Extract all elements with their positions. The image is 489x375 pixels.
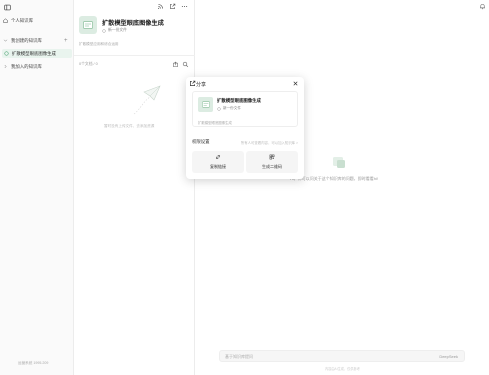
- sidebar-user-label: 个人知识库: [11, 17, 33, 23]
- kb-description: 扩散模型应用和综合运用: [79, 42, 119, 46]
- sidebar: 个人知识库 我创建的知识库 + 扩散模型眼底图像生成 我加入的知识库 运营系统 …: [0, 0, 74, 375]
- sidebar-group-created[interactable]: 我创建的知识库: [3, 36, 42, 45]
- sidebar-item-personal-kb[interactable]: 个人知识库: [3, 16, 33, 25]
- sidebar-group-joined[interactable]: 我加入的知识库: [3, 62, 42, 71]
- permission-label: 权限设置: [192, 139, 210, 144]
- bell-icon[interactable]: [479, 3, 486, 10]
- sidebar-group-label: 我创建的知识库: [11, 37, 42, 43]
- kb-panel: 扩散模型眼底图像生成 新一份文件 扩散模型应用和综合运用 0个文档 / 0 暂时…: [74, 0, 195, 375]
- sidebar-group-label: 我加入的知识库: [11, 63, 42, 69]
- chat-footer-note: 内容由AI生成，仅供参考: [325, 367, 360, 371]
- modal-title: 分享: [196, 82, 207, 88]
- chevron-down-icon: [3, 38, 8, 43]
- more-icon[interactable]: [181, 3, 188, 10]
- chat-area: Hi，你可以问关于这个知识库的问题，即时看看hi! 基于知识库提问 DeepSe…: [195, 0, 489, 375]
- chat-input[interactable]: 基于知识库提问 DeepSeek: [219, 350, 465, 362]
- upload-icon[interactable]: [172, 61, 179, 68]
- search-icon[interactable]: [182, 61, 189, 68]
- qr-code-label: 生成二维码: [262, 164, 282, 169]
- add-kb-button[interactable]: +: [64, 38, 68, 44]
- file-icon: [102, 28, 106, 33]
- share-icon[interactable]: [169, 3, 176, 10]
- sidebar-topbar: [4, 4, 70, 12]
- share-card-description: 扩散模型眼底图像生成: [198, 121, 232, 125]
- divider: [74, 55, 195, 56]
- model-selector[interactable]: DeepSeek: [439, 354, 458, 359]
- home-icon: [3, 18, 8, 23]
- copy-link-label: 复制链接: [210, 164, 226, 169]
- share-card-meta: 新一份文件: [217, 106, 241, 111]
- chevron-right-icon: [3, 64, 8, 69]
- generate-qr-button[interactable]: 生成二维码: [246, 151, 298, 173]
- permission-setting[interactable]: 所有人可查看内容，可以加入知识库 >: [241, 140, 298, 145]
- close-icon[interactable]: [292, 80, 299, 87]
- panel-toggle-icon[interactable]: [4, 4, 11, 11]
- share-icon: [189, 80, 196, 87]
- empty-illustration-icon: [130, 84, 170, 120]
- chat-input-placeholder: 基于知识库提问: [225, 354, 253, 359]
- share-modal: 分享 扩散模型眼底图像生成 新一份文件 扩散模型眼底图像生成 权限设置 所有人可…: [186, 77, 304, 179]
- copy-link-button[interactable]: 复制链接: [192, 151, 244, 173]
- chat-empty-icon: [331, 154, 347, 170]
- sidebar-item-active-kb[interactable]: 扩散模型眼底图像生成: [2, 49, 72, 58]
- files-count: 0个文档 / 0: [79, 62, 98, 66]
- kb-title: 扩散模型眼底图像生成: [102, 20, 164, 27]
- kb-thumbnail: [198, 97, 213, 112]
- share-kb-card: 扩散模型眼底图像生成 新一份文件 扩散模型眼底图像生成: [192, 91, 298, 127]
- link-icon: [215, 154, 221, 162]
- kb-thumbnail: [79, 16, 97, 34]
- sidebar-active-label: 扩散模型眼底图像生成: [12, 50, 56, 56]
- file-icon: [217, 106, 221, 111]
- sidebar-footer: 运营系统 1995.209: [18, 361, 49, 365]
- empty-hint: 暂时没有上传文件，去添加资源: [104, 124, 155, 128]
- kb-meta: 新一份文件: [102, 28, 127, 33]
- kb-meta-text: 新一份文件: [108, 28, 127, 32]
- share-card-meta-text: 新一份文件: [223, 106, 241, 110]
- share-card-title: 扩散模型眼底图像生成: [217, 98, 261, 103]
- qr-code-icon: [269, 154, 275, 162]
- kb-icon: [4, 51, 9, 56]
- rss-icon[interactable]: [157, 3, 164, 10]
